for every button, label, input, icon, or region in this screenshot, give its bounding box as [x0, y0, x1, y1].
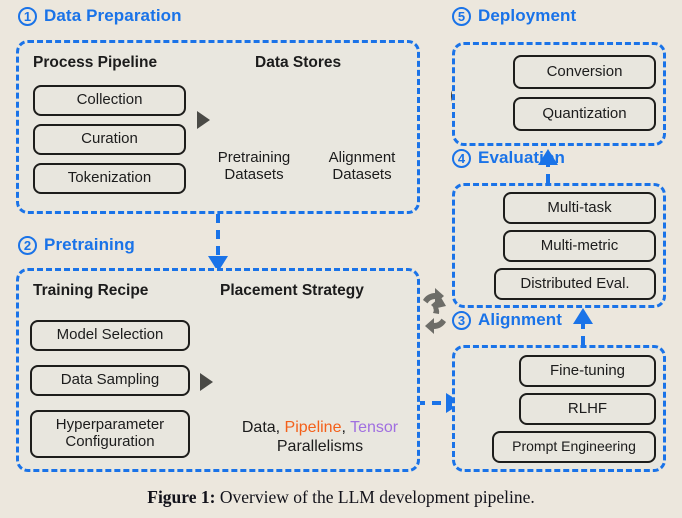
section-title-data-preparation: Data Preparation: [44, 6, 182, 25]
section-title-deployment: Deployment: [478, 6, 577, 25]
parallelism-legend: Data, Pipeline, Tensor Parallelisms: [215, 418, 425, 456]
section-title-evaluation: Evaluation: [478, 148, 565, 167]
section-title-pretraining: Pretraining: [44, 235, 135, 254]
item-collection[interactable]: Collection: [33, 85, 186, 116]
item-distributed-eval[interactable]: Distributed Eval.: [494, 268, 656, 300]
figure-caption: Figure 1: Overview of the LLM developmen…: [0, 487, 682, 508]
dataprep-to-pretraining-arrow: [208, 214, 228, 272]
column-title-process-pipeline: Process Pipeline: [33, 54, 158, 71]
item-model-selection[interactable]: Model Selection: [30, 320, 190, 351]
section-number-5: 5: [452, 6, 471, 26]
section-heading-deployment: 5 Deployment: [452, 6, 576, 26]
figure-caption-text: Overview of the LLM development pipeline…: [215, 487, 535, 507]
legend-pipeline: Pipeline: [284, 419, 342, 436]
section-heading-pretraining: 2 Pretraining: [18, 235, 135, 255]
figure-canvas: 1 Data Preparation Process Pipeline Data…: [0, 0, 682, 518]
recipe-to-placement-arrow: [200, 373, 213, 391]
item-rlhf[interactable]: RLHF: [519, 393, 656, 425]
section-number-2: 2: [18, 235, 37, 255]
alignment-to-evaluation-arrow: [573, 308, 593, 345]
column-title-data-stores: Data Stores: [255, 54, 342, 71]
section-heading-evaluation: 4 Evaluation: [452, 148, 565, 168]
item-quantization[interactable]: Quantization: [513, 97, 656, 131]
item-multi-task[interactable]: Multi-task: [503, 192, 656, 224]
item-fine-tuning[interactable]: Fine-tuning: [519, 355, 656, 387]
legend-parallelisms: Parallelisms: [276, 438, 364, 456]
item-hyperparameter-configuration[interactable]: Hyperparameter Configuration: [30, 410, 190, 458]
section-number-4: 4: [452, 148, 471, 168]
section-title-alignment: Alignment: [478, 310, 563, 329]
item-prompt-engineering[interactable]: Prompt Engineering: [492, 431, 656, 463]
pipeline-to-stores-arrow: [197, 111, 210, 129]
item-data-sampling[interactable]: Data Sampling: [30, 365, 190, 396]
caption-alignment-datasets: Alignment Datasets: [328, 149, 396, 183]
item-conversion[interactable]: Conversion: [513, 55, 656, 89]
legend-tensor: Tensor: [350, 419, 399, 436]
column-title-training-recipe: Training Recipe: [33, 282, 149, 299]
legend-data: Data,: [241, 419, 285, 436]
section-number-3: 3: [452, 310, 471, 330]
item-multi-metric[interactable]: Multi-metric: [503, 230, 656, 262]
pretraining-alignment-sync-icon: [423, 288, 446, 334]
caption-pretraining-datasets: Pretraining Datasets: [217, 149, 291, 183]
figure-label: Figure 1:: [147, 487, 216, 507]
column-title-placement-strategy: Placement Strategy: [220, 282, 364, 299]
legend-comma: ,: [341, 419, 351, 436]
item-curation[interactable]: Curation: [33, 124, 186, 155]
item-tokenization[interactable]: Tokenization: [33, 163, 186, 194]
section-number-1: 1: [18, 6, 37, 26]
section-heading-data-preparation: 1 Data Preparation: [18, 6, 182, 26]
section-heading-alignment: 3 Alignment: [452, 310, 562, 330]
